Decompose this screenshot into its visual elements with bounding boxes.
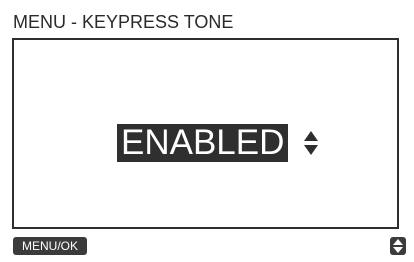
- lcd-screen: MENU - KEYPRESS TONE ENABLED MENU/OK: [7, 7, 407, 255]
- page-title: MENU - KEYPRESS TONE: [13, 12, 234, 32]
- setting-value[interactable]: ENABLED: [117, 124, 289, 162]
- up-down-nav-button[interactable]: [390, 237, 406, 255]
- softkey-bar: MENU/OK: [7, 237, 407, 255]
- up-down-arrows-icon[interactable]: [303, 127, 319, 159]
- setting-value-panel: ENABLED: [12, 38, 399, 229]
- menu-ok-button[interactable]: MENU/OK: [13, 237, 87, 255]
- up-down-arrows-icon: [393, 239, 403, 253]
- setting-value-row: ENABLED: [14, 124, 397, 164]
